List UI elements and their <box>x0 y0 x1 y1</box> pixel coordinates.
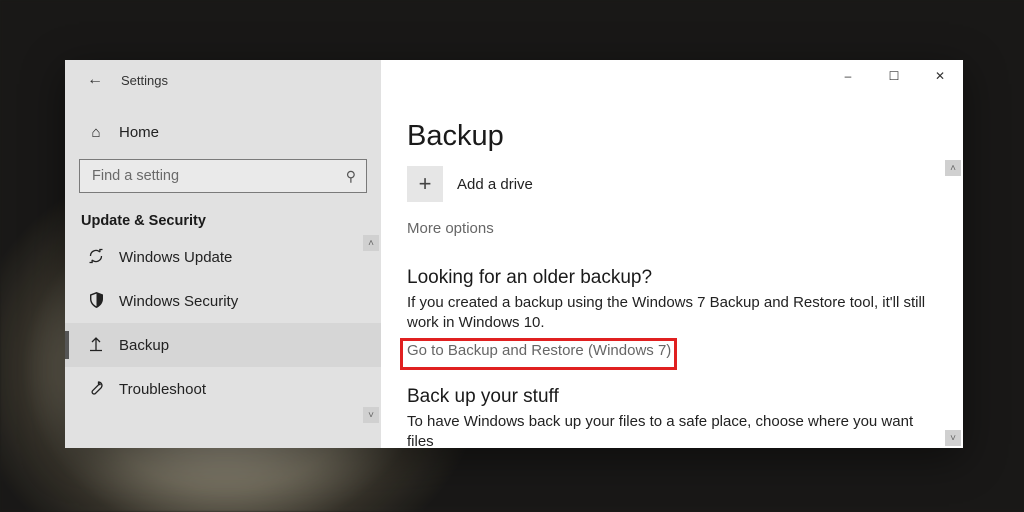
sidebar-nav: ˄ Windows Update Windows Security <box>65 235 381 423</box>
home-label: Home <box>119 124 159 141</box>
search-input[interactable] <box>90 167 346 185</box>
plus-icon[interactable]: + <box>407 166 443 202</box>
maximize-button[interactable]: ☐ <box>871 60 917 92</box>
backup-stuff-title: Back up your stuff <box>407 386 943 408</box>
sync-icon <box>87 248 105 267</box>
backup-arrow-icon <box>87 336 105 355</box>
back-arrow-icon[interactable]: ← <box>87 71 103 89</box>
sidebar-top: ← Settings <box>65 60 381 100</box>
settings-window: ← Settings ⌂ Home ⚲ Update & Security ˄ … <box>65 60 963 448</box>
sidebar-item-backup[interactable]: Backup <box>65 323 381 367</box>
app-name: Settings <box>121 73 168 88</box>
wrench-icon <box>87 380 105 399</box>
minimize-button[interactable]: – <box>825 60 871 92</box>
sidebar-home[interactable]: ⌂ Home <box>65 114 381 151</box>
sidebar-item-troubleshoot[interactable]: Troubleshoot <box>65 367 381 411</box>
scroll-down-icon[interactable]: ˅ <box>945 430 961 446</box>
sidebar: ← Settings ⌂ Home ⚲ Update & Security ˄ … <box>65 60 381 448</box>
sidebar-item-label: Windows Update <box>119 249 232 266</box>
search-box[interactable]: ⚲ <box>79 159 367 193</box>
scroll-up-icon[interactable]: ˄ <box>363 235 379 251</box>
sidebar-item-label: Backup <box>119 337 169 354</box>
scroll-down-icon[interactable]: ˅ <box>363 407 379 423</box>
more-options-link[interactable]: More options <box>407 220 943 237</box>
backup-stuff-body: To have Windows back up your files to a … <box>407 412 927 449</box>
sidebar-item-windows-update[interactable]: Windows Update <box>65 235 381 279</box>
sidebar-item-windows-security[interactable]: Windows Security <box>65 279 381 323</box>
backup-restore-win7-link[interactable]: Go to Backup and Restore (Windows 7) <box>407 342 671 359</box>
sidebar-item-label: Windows Security <box>119 293 238 310</box>
search-icon: ⚲ <box>346 168 356 185</box>
close-button[interactable]: ✕ <box>917 60 963 92</box>
add-drive-label: Add a drive <box>457 176 533 193</box>
main-content: – ☐ ✕ Backup ˄ + Add a drive More option… <box>381 60 963 448</box>
older-backup-title: Looking for an older backup? <box>407 267 943 289</box>
scroll-up-icon[interactable]: ˄ <box>945 160 961 176</box>
category-title: Update & Security <box>81 213 381 229</box>
content-area: + Add a drive More options Looking for a… <box>407 162 943 448</box>
shield-icon <box>87 292 105 311</box>
older-backup-body: If you created a backup using the Window… <box>407 293 927 334</box>
add-drive-row[interactable]: + Add a drive <box>407 166 943 202</box>
home-icon: ⌂ <box>87 124 105 141</box>
titlebar-controls: – ☐ ✕ <box>825 60 963 92</box>
sidebar-item-label: Troubleshoot <box>119 381 206 398</box>
